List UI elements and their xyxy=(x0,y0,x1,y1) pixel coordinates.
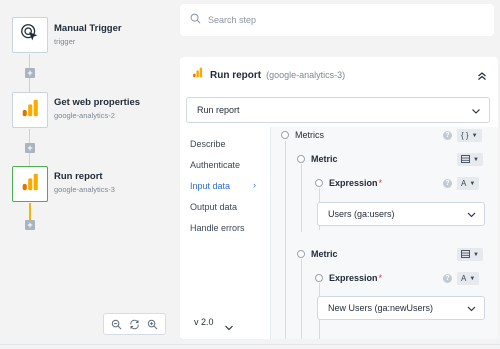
metric-value-select[interactable]: Users (ga:users) xyxy=(317,202,485,226)
help-icon[interactable]: ? xyxy=(443,274,452,283)
action-select-value: Run report xyxy=(197,105,240,115)
expression-label: Expression xyxy=(329,178,378,188)
expression-type-button[interactable]: A ▼ xyxy=(457,272,480,285)
cursor-click-icon xyxy=(19,22,41,49)
metric-row: Metric xyxy=(297,249,338,259)
reset-zoom-icon[interactable] xyxy=(126,316,142,332)
tab-authenticate[interactable]: Authenticate xyxy=(190,160,240,170)
panel-subtitle: (google-analytics-3) xyxy=(266,70,346,80)
required-mark: * xyxy=(378,178,383,188)
zoom-out-icon[interactable] xyxy=(108,316,124,332)
metric-value: Users (ga:users) xyxy=(328,209,395,219)
caret-down-icon: ▼ xyxy=(473,156,479,163)
google-analytics-icon xyxy=(19,97,41,124)
search-step-input[interactable] xyxy=(208,15,468,25)
metric-toggle[interactable] xyxy=(297,155,305,163)
node-title: Manual Trigger xyxy=(54,23,122,34)
expression-toggle[interactable] xyxy=(315,274,323,282)
version-select[interactable]: v 2.0 xyxy=(194,317,214,327)
chevron-down-icon xyxy=(471,106,481,116)
caret-down-icon: ▼ xyxy=(471,132,478,139)
node-title: Get web properties xyxy=(54,97,141,108)
workflow-node-run-report[interactable] xyxy=(12,166,48,202)
list-icon xyxy=(461,249,470,260)
node-title: Run report xyxy=(54,171,103,182)
chevron-down-icon xyxy=(467,305,476,313)
metrics-row: Metrics xyxy=(281,130,324,140)
search-icon xyxy=(190,11,201,29)
workflow-node-get-web-properties[interactable] xyxy=(12,92,48,128)
tab-describe[interactable]: Describe xyxy=(190,139,226,149)
chevron-down-icon[interactable] xyxy=(224,319,234,331)
search-step-bar[interactable] xyxy=(180,4,494,36)
expression-row: Expression * xyxy=(315,273,382,283)
divider xyxy=(0,344,500,345)
tree-guide-line xyxy=(301,164,302,232)
input-data-form: Metrics ? { } ▼ Metric ▼ Expression * ? A… xyxy=(270,127,498,339)
chevron-right-icon: › xyxy=(253,180,256,190)
panel-title: Run report xyxy=(210,69,262,81)
tab-handle-errors[interactable]: Handle errors xyxy=(190,223,245,233)
tab-input-data[interactable]: Input data xyxy=(190,181,230,191)
node-subtitle: trigger xyxy=(54,37,76,46)
expression-type-button[interactable]: A ▼ xyxy=(457,177,480,190)
config-tabs: Describe Authenticate Input data › Outpu… xyxy=(180,127,270,339)
text-type-icon: A xyxy=(461,179,467,188)
caret-down-icon: ▼ xyxy=(469,180,476,187)
google-analytics-icon xyxy=(191,66,204,84)
node-subtitle: google-analytics-2 xyxy=(54,111,115,120)
google-analytics-icon xyxy=(19,171,41,198)
step-config-panel: Run report (google-analytics-3) Run repo… xyxy=(180,57,498,339)
metric-row: Metric xyxy=(297,154,338,164)
workflow-node-manual-trigger[interactable] xyxy=(12,17,48,53)
tab-output-data[interactable]: Output data xyxy=(190,202,237,212)
chevron-down-icon xyxy=(467,211,476,219)
action-select[interactable]: Run report xyxy=(186,97,490,123)
tree-guide-line xyxy=(285,141,286,339)
metrics-toggle[interactable] xyxy=(281,131,289,139)
metric-toggle[interactable] xyxy=(297,250,305,258)
required-mark: * xyxy=(378,273,383,283)
expression-row: Expression * xyxy=(315,178,382,188)
object-type-icon: { } xyxy=(461,131,469,140)
help-icon[interactable]: ? xyxy=(443,179,452,188)
connector-line xyxy=(29,203,31,220)
caret-down-icon: ▼ xyxy=(469,275,476,282)
metrics-label: Metrics xyxy=(295,130,324,140)
tree-guide-line xyxy=(301,259,302,339)
metric-type-button[interactable]: ▼ xyxy=(457,248,483,261)
text-type-icon: A xyxy=(461,274,467,283)
metrics-type-button[interactable]: { } ▼ xyxy=(457,129,482,142)
panel-header: Run report (google-analytics-3) xyxy=(180,57,498,93)
add-step-button[interactable]: + xyxy=(25,68,35,78)
metric-label: Metric xyxy=(311,154,338,164)
zoom-in-icon[interactable] xyxy=(145,316,161,332)
metric-label: Metric xyxy=(311,249,338,259)
node-subtitle: google-analytics-3 xyxy=(54,185,115,194)
expression-label: Expression xyxy=(329,273,378,283)
expression-toggle[interactable] xyxy=(315,179,323,187)
help-icon[interactable]: ? xyxy=(443,131,452,140)
zoom-controls xyxy=(103,313,166,335)
metric-type-button[interactable]: ▼ xyxy=(457,153,483,166)
workflow-canvas: Manual Trigger trigger + Get web propert… xyxy=(0,0,170,349)
caret-down-icon: ▼ xyxy=(473,251,479,258)
add-step-button[interactable]: + xyxy=(25,220,35,230)
metric-value: New Users (ga:newUsers) xyxy=(328,303,434,313)
list-icon xyxy=(461,154,470,165)
collapse-chevrons-icon[interactable] xyxy=(476,69,488,81)
metric-value-select[interactable]: New Users (ga:newUsers) xyxy=(317,296,485,320)
add-step-button[interactable]: + xyxy=(25,143,35,153)
